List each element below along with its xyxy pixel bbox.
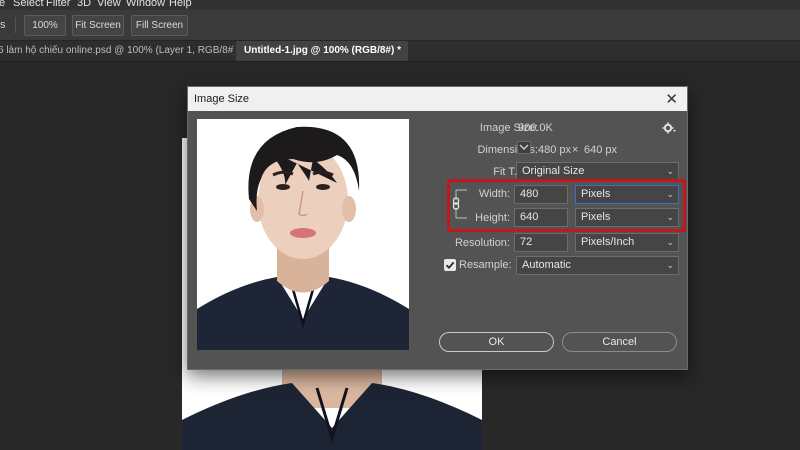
menu-edit[interactable]: e [0,0,5,9]
dimensions-times: × [572,144,579,156]
close-icon[interactable]: ✕ [665,90,678,108]
resolution-unit-value: Pixels/Inch [581,236,635,248]
menu-3d[interactable]: 3D [77,0,91,9]
resolution-unit-select[interactable]: Pixels/Inch ⌄ [575,233,679,252]
tab-label: Untitled-1.jpg @ 100% (RGB/8#) * [244,45,401,56]
options-bar: s 100% Fit Screen Fill Screen [0,10,800,41]
width-unit-select[interactable]: Pixels ⌄ [575,185,679,204]
menu-bar: e Select Filter 3D View Window Help [0,0,800,10]
menu-select[interactable]: Select [13,0,44,9]
fill-screen-button[interactable]: Fill Screen [131,15,188,36]
dialog-title: Image Size [194,93,250,105]
chevron-down-icon [519,144,529,150]
chevron-down-icon: ⌄ [666,212,674,222]
options-lead: s [0,19,6,31]
height-unit-value: Pixels [581,211,611,223]
resample-label: Resample: [459,259,512,271]
resample-value: Automatic [522,259,571,271]
height-unit-select[interactable]: Pixels ⌄ [575,208,679,227]
chevron-down-icon: ⌄ [666,260,674,270]
options-divider [15,17,16,33]
dimensions-height: 640 px [584,144,618,156]
cancel-button[interactable]: Cancel [562,332,677,352]
image-size-value: 900.0K [518,122,553,134]
menu-window[interactable]: Window [126,0,165,9]
link-chain-icon[interactable] [453,187,469,221]
fit-screen-button[interactable]: Fit Screen [72,15,124,36]
resample-select[interactable]: Automatic ⌄ [516,256,679,275]
height-input[interactable]: 640 [514,208,568,227]
image-size-dialog: Image Size ✕ Image Size: 900.0K Dimensio… [187,86,688,370]
menu-filter[interactable]: Filter [46,0,70,9]
zoom-100-button[interactable]: 100% [24,15,66,36]
tab-untitled-1[interactable]: Untitled-1.jpg @ 100% (RGB/8#) * × [236,41,408,61]
height-label: Height: [475,212,510,224]
document-tab-bar: 6 làm hộ chiếu online.psd @ 100% (Layer … [0,41,800,62]
ok-button[interactable]: OK [439,332,554,352]
dimensions-dropdown[interactable] [517,141,531,154]
dialog-titlebar[interactable]: Image Size ✕ [188,87,687,111]
width-label: Width: [478,188,510,200]
gear-icon[interactable] [662,122,676,134]
fit-to-value: Original Size [522,165,585,177]
chevron-down-icon: ⌄ [666,166,674,176]
image-preview[interactable] [197,119,409,350]
chevron-down-icon: ⌄ [666,189,674,199]
resolution-label: Resolution: [454,237,510,249]
resolution-input[interactable]: 72 [514,233,568,252]
checkmark-icon [445,261,455,270]
portrait-preview-image [197,119,409,350]
fit-to-select[interactable]: Original Size ⌄ [516,162,679,181]
menu-view[interactable]: View [97,0,121,9]
chevron-down-icon: ⌄ [666,237,674,247]
tab-label: 6 làm hộ chiếu online.psd @ 100% (Layer … [0,45,234,56]
tab-lam-ho-chieu[interactable]: 6 làm hộ chiếu online.psd @ 100% (Layer … [0,41,234,61]
menu-help[interactable]: Help [169,0,192,9]
width-unit-value: Pixels [581,188,611,200]
tab-close-icon[interactable]: × [407,45,408,56]
resample-checkbox[interactable] [444,259,456,271]
width-input[interactable]: 480 [514,185,568,204]
dimensions-width: 480 px [538,144,572,156]
